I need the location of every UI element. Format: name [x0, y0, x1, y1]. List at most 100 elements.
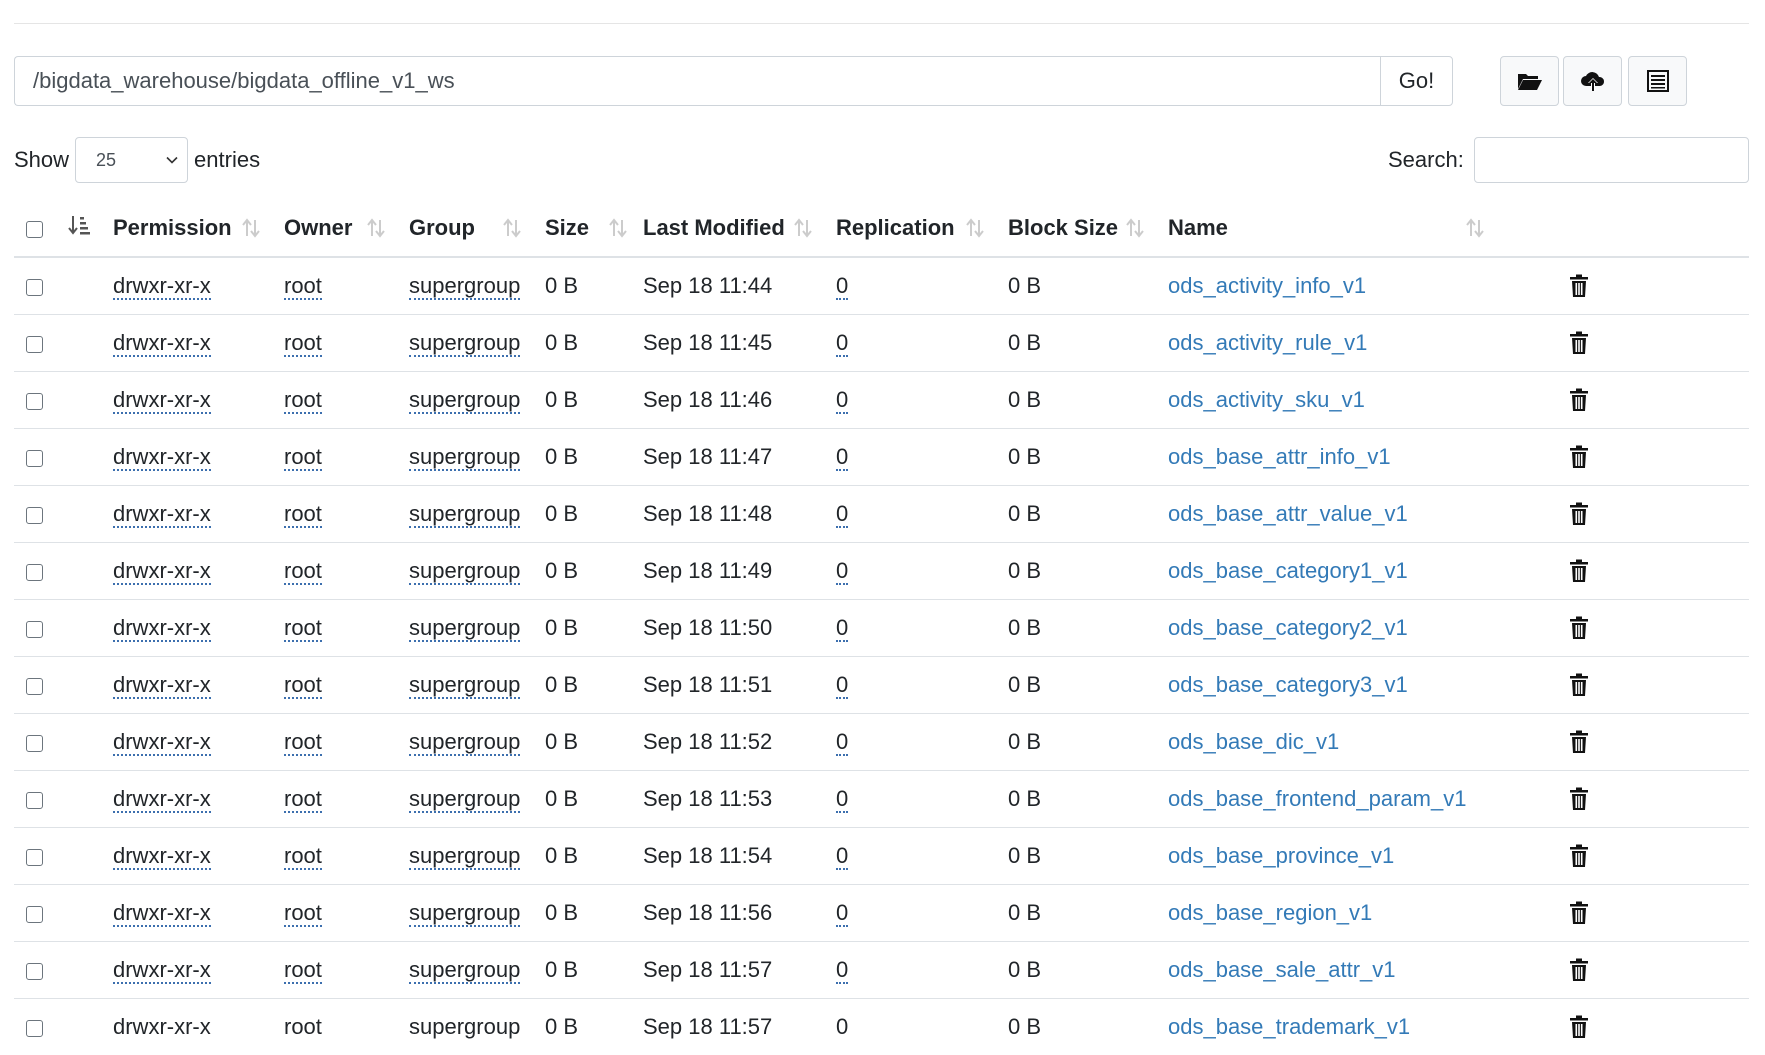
trash-icon[interactable] — [1569, 901, 1589, 925]
file-name-link[interactable]: ods_base_attr_value_v1 — [1168, 501, 1408, 526]
trash-icon[interactable] — [1569, 844, 1589, 868]
group-link[interactable]: supergroup — [409, 387, 520, 414]
replication-link[interactable]: 0 — [836, 330, 848, 357]
permission-link[interactable]: drwxr-xr-x — [113, 729, 211, 756]
trash-icon[interactable] — [1569, 274, 1589, 298]
owner-link[interactable]: root — [284, 615, 322, 642]
permission-link[interactable]: drwxr-xr-x — [113, 444, 211, 471]
row-checkbox[interactable] — [26, 906, 43, 923]
file-name-link[interactable]: ods_base_dic_v1 — [1168, 729, 1339, 754]
group-link[interactable]: supergroup — [409, 501, 520, 528]
cut-paste-button[interactable] — [1628, 56, 1687, 106]
permission-link[interactable]: drwxr-xr-x — [113, 1014, 211, 1039]
permission-link[interactable]: drwxr-xr-x — [113, 558, 211, 585]
trash-icon[interactable] — [1569, 445, 1589, 469]
select-all-checkbox[interactable] — [26, 221, 43, 238]
replication-link[interactable]: 0 — [836, 957, 848, 984]
row-checkbox[interactable] — [26, 564, 43, 581]
file-name-link[interactable]: ods_base_attr_info_v1 — [1168, 444, 1391, 469]
replication-link[interactable]: 0 — [836, 729, 848, 756]
row-checkbox[interactable] — [26, 621, 43, 638]
trash-icon[interactable] — [1569, 502, 1589, 526]
replication-link[interactable]: 0 — [836, 273, 848, 300]
row-checkbox[interactable] — [26, 735, 43, 752]
owner-link[interactable]: root — [284, 672, 322, 699]
trash-icon[interactable] — [1569, 958, 1589, 982]
owner-link[interactable]: root — [284, 501, 322, 528]
column-header-size[interactable]: Size — [545, 200, 643, 257]
file-name-link[interactable]: ods_base_province_v1 — [1168, 843, 1394, 868]
owner-link[interactable]: root — [284, 444, 322, 471]
trash-icon[interactable] — [1569, 331, 1589, 355]
owner-link[interactable]: root — [284, 900, 322, 927]
replication-link[interactable]: 0 — [836, 387, 848, 414]
column-header-block-size[interactable]: Block Size — [1008, 200, 1168, 257]
trash-icon[interactable] — [1569, 1015, 1589, 1039]
group-link[interactable]: supergroup — [409, 729, 520, 756]
replication-link[interactable]: 0 — [836, 558, 848, 585]
entries-select[interactable]: 25 — [75, 137, 188, 183]
permission-link[interactable]: drwxr-xr-x — [113, 273, 211, 300]
file-name-link[interactable]: ods_activity_info_v1 — [1168, 273, 1366, 298]
path-input[interactable] — [14, 56, 1380, 106]
permission-link[interactable]: drwxr-xr-x — [113, 330, 211, 357]
owner-link[interactable]: root — [284, 330, 322, 357]
row-checkbox[interactable] — [26, 1020, 43, 1037]
replication-link[interactable]: 0 — [836, 672, 848, 699]
replication-link[interactable]: 0 — [836, 501, 848, 528]
create-directory-button[interactable] — [1500, 56, 1559, 106]
permission-link[interactable]: drwxr-xr-x — [113, 387, 211, 414]
trash-icon[interactable] — [1569, 616, 1589, 640]
file-name-link[interactable]: ods_activity_rule_v1 — [1168, 330, 1367, 355]
owner-link[interactable]: root — [284, 273, 322, 300]
permission-link[interactable]: drwxr-xr-x — [113, 672, 211, 699]
column-header-last-modified[interactable]: Last Modified — [643, 200, 836, 257]
row-checkbox[interactable] — [26, 279, 43, 296]
column-header-permission[interactable]: Permission — [113, 200, 284, 257]
owner-link[interactable]: root — [284, 843, 322, 870]
search-input[interactable] — [1474, 137, 1749, 183]
group-link[interactable]: supergroup — [409, 900, 520, 927]
owner-link[interactable]: root — [284, 957, 322, 984]
replication-link[interactable]: 0 — [836, 843, 848, 870]
permission-link[interactable]: drwxr-xr-x — [113, 957, 211, 984]
group-link[interactable]: supergroup — [409, 786, 520, 813]
permission-link[interactable]: drwxr-xr-x — [113, 843, 211, 870]
replication-link[interactable]: 0 — [836, 444, 848, 471]
permission-link[interactable]: drwxr-xr-x — [113, 786, 211, 813]
group-link[interactable]: supergroup — [409, 615, 520, 642]
trash-icon[interactable] — [1569, 559, 1589, 583]
row-checkbox[interactable] — [26, 963, 43, 980]
row-checkbox[interactable] — [26, 336, 43, 353]
permission-link[interactable]: drwxr-xr-x — [113, 501, 211, 528]
replication-link[interactable]: 0 — [836, 900, 848, 927]
trash-icon[interactable] — [1569, 673, 1589, 697]
file-name-link[interactable]: ods_base_category3_v1 — [1168, 672, 1408, 697]
permission-link[interactable]: drwxr-xr-x — [113, 615, 211, 642]
file-name-link[interactable]: ods_base_trademark_v1 — [1168, 1014, 1410, 1039]
group-link[interactable]: supergroup — [409, 444, 520, 471]
trash-icon[interactable] — [1569, 388, 1589, 412]
row-checkbox[interactable] — [26, 507, 43, 524]
group-link[interactable]: supergroup — [409, 330, 520, 357]
replication-link[interactable]: 0 — [836, 615, 848, 642]
group-link[interactable]: supergroup — [409, 957, 520, 984]
trash-icon[interactable] — [1569, 787, 1589, 811]
trash-icon[interactable] — [1569, 730, 1589, 754]
owner-link[interactable]: root — [284, 558, 322, 585]
column-header-group[interactable]: Group — [409, 200, 545, 257]
group-link[interactable]: supergroup — [409, 273, 520, 300]
column-header-owner[interactable]: Owner — [284, 200, 409, 257]
file-name-link[interactable]: ods_base_sale_attr_v1 — [1168, 957, 1396, 982]
group-link[interactable]: supergroup — [409, 672, 520, 699]
file-name-link[interactable]: ods_base_category1_v1 — [1168, 558, 1408, 583]
row-checkbox[interactable] — [26, 678, 43, 695]
row-checkbox[interactable] — [26, 792, 43, 809]
file-name-link[interactable]: ods_base_category2_v1 — [1168, 615, 1408, 640]
go-button[interactable]: Go! — [1380, 56, 1453, 106]
file-name-link[interactable]: ods_base_frontend_param_v1 — [1168, 786, 1466, 811]
owner-link[interactable]: root — [284, 729, 322, 756]
owner-link[interactable]: root — [284, 786, 322, 813]
group-link[interactable]: supergroup — [409, 1014, 520, 1039]
owner-link[interactable]: root — [284, 387, 322, 414]
